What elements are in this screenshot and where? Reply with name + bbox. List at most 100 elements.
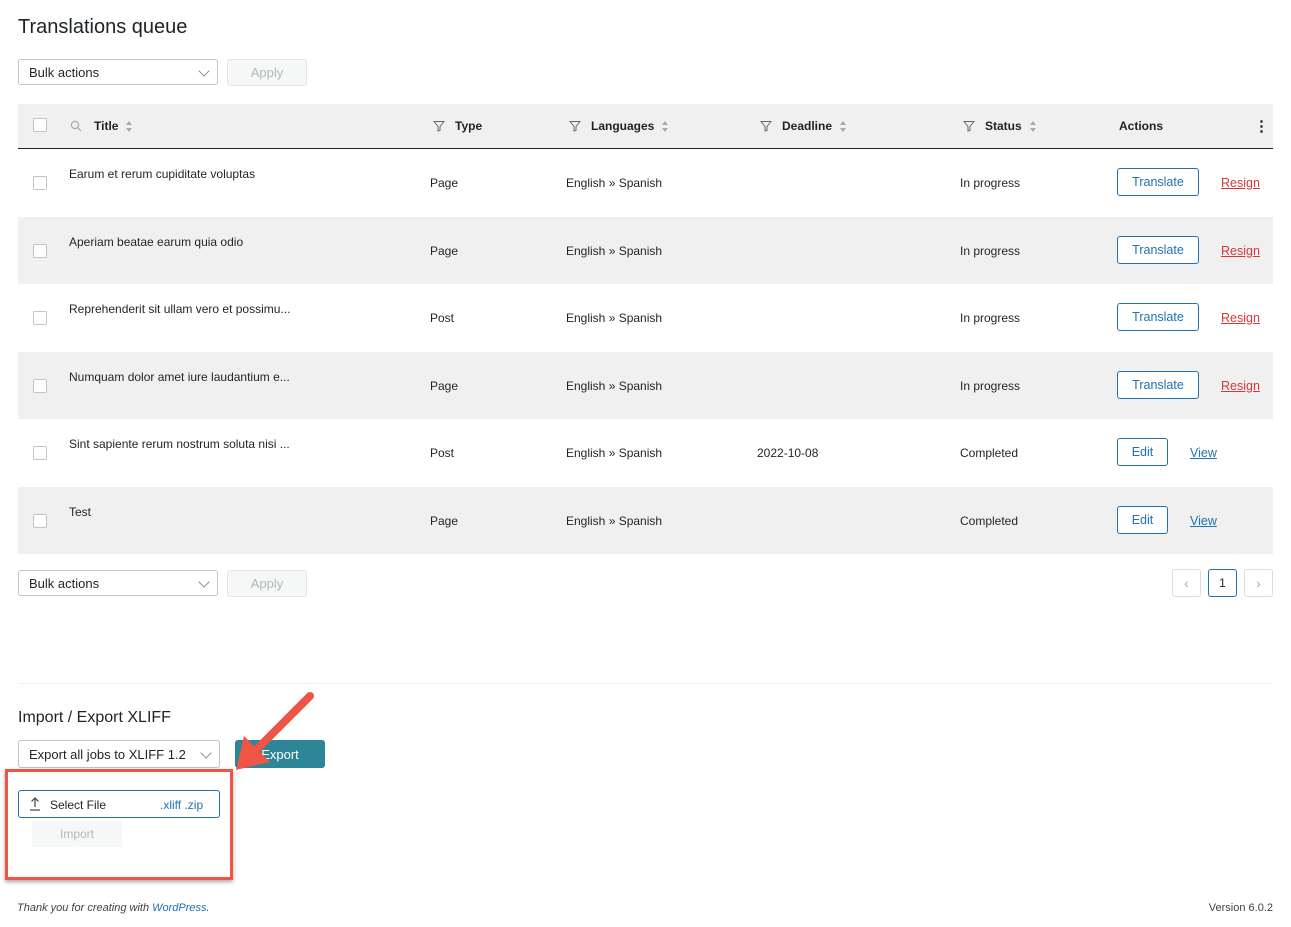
filter-icon — [760, 121, 772, 132]
edit-button[interactable]: Edit — [1117, 438, 1168, 466]
column-actions-label: Actions — [1119, 119, 1164, 133]
row-title[interactable]: Aperiam beatae earum quia odio — [69, 235, 243, 249]
resign-link[interactable]: Resign — [1221, 311, 1260, 325]
row-status: In progress — [960, 378, 1021, 393]
row-languages: English » Spanish — [566, 446, 663, 460]
row-type: Page — [430, 176, 459, 190]
column-deadline[interactable]: Deadline — [760, 104, 847, 148]
column-title[interactable]: Title — [70, 104, 133, 148]
translate-button[interactable]: Translate — [1117, 370, 1199, 399]
row-type: Page — [430, 378, 459, 393]
select-all-checkbox[interactable] — [33, 118, 47, 132]
sort-icon — [1029, 120, 1037, 132]
export-select-label: Export all jobs to XLIFF 1.2 — [29, 746, 186, 762]
xliff-section-title: Import / Export XLIFF — [18, 709, 171, 726]
column-languages-label: Languages — [591, 119, 655, 133]
column-status-label: Status — [985, 119, 1022, 133]
row-type: Post — [430, 311, 455, 325]
column-title-label: Title — [94, 119, 119, 133]
annotation-arrow-icon — [236, 692, 314, 770]
table-row: Numquam dolor amet iure laudantium e... … — [18, 351, 1273, 419]
row-languages: English » Spanish — [566, 243, 663, 258]
bulk-actions-label: Bulk actions — [29, 64, 100, 80]
annotation-highlight-box — [5, 769, 233, 880]
table-row: Sint sapiente rerum nostrum soluta nisi … — [18, 419, 1273, 487]
row-checkbox[interactable] — [33, 311, 47, 325]
row-status: In progress — [960, 311, 1021, 325]
wordpress-link[interactable]: WordPress — [152, 902, 206, 914]
row-languages: English » Spanish — [566, 176, 663, 190]
column-type[interactable]: Type — [433, 104, 482, 148]
resign-link[interactable]: Resign — [1221, 379, 1260, 393]
row-deadline: 2022-10-08 — [757, 446, 819, 460]
view-link[interactable]: View — [1190, 514, 1217, 528]
column-type-label: Type — [455, 119, 483, 133]
chevron-down-icon — [198, 576, 210, 588]
export-select[interactable]: Export all jobs to XLIFF 1.2 — [18, 740, 220, 768]
row-type: Page — [430, 513, 459, 528]
table-row: Earum et rerum cupiditate voluptas Page … — [18, 149, 1273, 217]
row-checkbox[interactable] — [33, 243, 47, 258]
next-page-button[interactable]: › — [1244, 569, 1273, 597]
table-header: Title Type Languages Deadline Status Act… — [18, 104, 1273, 149]
resign-link[interactable]: Resign — [1221, 244, 1260, 258]
translate-button[interactable]: Translate — [1117, 168, 1199, 196]
more-options-icon[interactable]: ⋮ — [1254, 104, 1269, 148]
column-deadline-label: Deadline — [782, 119, 833, 133]
table-row: Aperiam beatae earum quia odio Page Engl… — [18, 216, 1273, 284]
row-languages: English » Spanish — [566, 378, 663, 393]
table-row: Test Page English » Spanish Completed Ed… — [18, 486, 1273, 554]
edit-button[interactable]: Edit — [1117, 505, 1168, 534]
row-title[interactable]: Reprehenderit sit ullam vero et possimu.… — [69, 302, 290, 316]
search-icon — [70, 120, 82, 132]
row-status: Completed — [960, 446, 1019, 460]
translate-button[interactable]: Translate — [1117, 235, 1199, 264]
filter-icon — [963, 121, 975, 132]
translations-table: Title Type Languages Deadline Status Act… — [18, 104, 1273, 554]
page-title: Translations queue — [18, 16, 188, 38]
footer-thanks-prefix: Thank you for creating with — [17, 902, 153, 914]
sort-icon — [662, 120, 669, 132]
table-row: Reprehenderit sit ullam vero et possimu.… — [18, 284, 1273, 352]
footer-thanks-suffix: . — [206, 902, 210, 914]
row-type: Post — [430, 446, 455, 460]
chevron-left-icon: ‹ — [1184, 575, 1189, 591]
row-checkbox[interactable] — [33, 446, 47, 460]
chevron-right-icon: › — [1256, 575, 1261, 591]
sort-icon — [840, 120, 847, 132]
section-divider — [18, 683, 1273, 684]
bulk-actions-label: Bulk actions — [29, 575, 100, 591]
translate-button[interactable]: Translate — [1117, 303, 1199, 331]
row-title[interactable]: Earum et rerum cupiditate voluptas — [69, 167, 255, 181]
row-status: In progress — [960, 176, 1021, 190]
resign-link[interactable]: Resign — [1221, 176, 1260, 190]
footer-thanks: Thank you for creating with WordPress. — [17, 902, 210, 914]
filter-icon — [433, 121, 445, 132]
row-title[interactable]: Numquam dolor amet iure laudantium e... — [69, 370, 290, 384]
chevron-down-icon — [200, 747, 212, 759]
column-languages[interactable]: Languages — [569, 104, 669, 148]
column-actions: Actions — [1119, 104, 1163, 148]
apply-button-bottom[interactable]: Apply — [227, 570, 307, 597]
row-checkbox[interactable] — [33, 176, 47, 190]
column-status[interactable]: Status — [963, 104, 1037, 148]
row-title[interactable]: Test — [69, 505, 91, 519]
apply-button-top[interactable]: Apply — [227, 59, 307, 86]
row-languages: English » Spanish — [566, 513, 663, 528]
row-checkbox[interactable] — [33, 378, 47, 393]
row-languages: English » Spanish — [566, 311, 663, 325]
bulk-actions-select-bottom[interactable]: Bulk actions — [18, 570, 218, 596]
row-checkbox[interactable] — [33, 513, 47, 528]
filter-icon — [569, 121, 581, 132]
page-button-current[interactable]: 1 — [1208, 569, 1237, 597]
row-status: In progress — [960, 243, 1021, 258]
view-link[interactable]: View — [1190, 446, 1217, 460]
row-status: Completed — [960, 513, 1019, 528]
prev-page-button[interactable]: ‹ — [1172, 569, 1201, 597]
bulk-actions-select-top[interactable]: Bulk actions — [18, 59, 218, 85]
chevron-down-icon — [198, 65, 210, 77]
row-type: Page — [430, 243, 459, 258]
footer-version: Version 6.0.2 — [1208, 902, 1273, 914]
sort-icon — [126, 120, 133, 132]
row-title[interactable]: Sint sapiente rerum nostrum soluta nisi … — [69, 437, 290, 451]
